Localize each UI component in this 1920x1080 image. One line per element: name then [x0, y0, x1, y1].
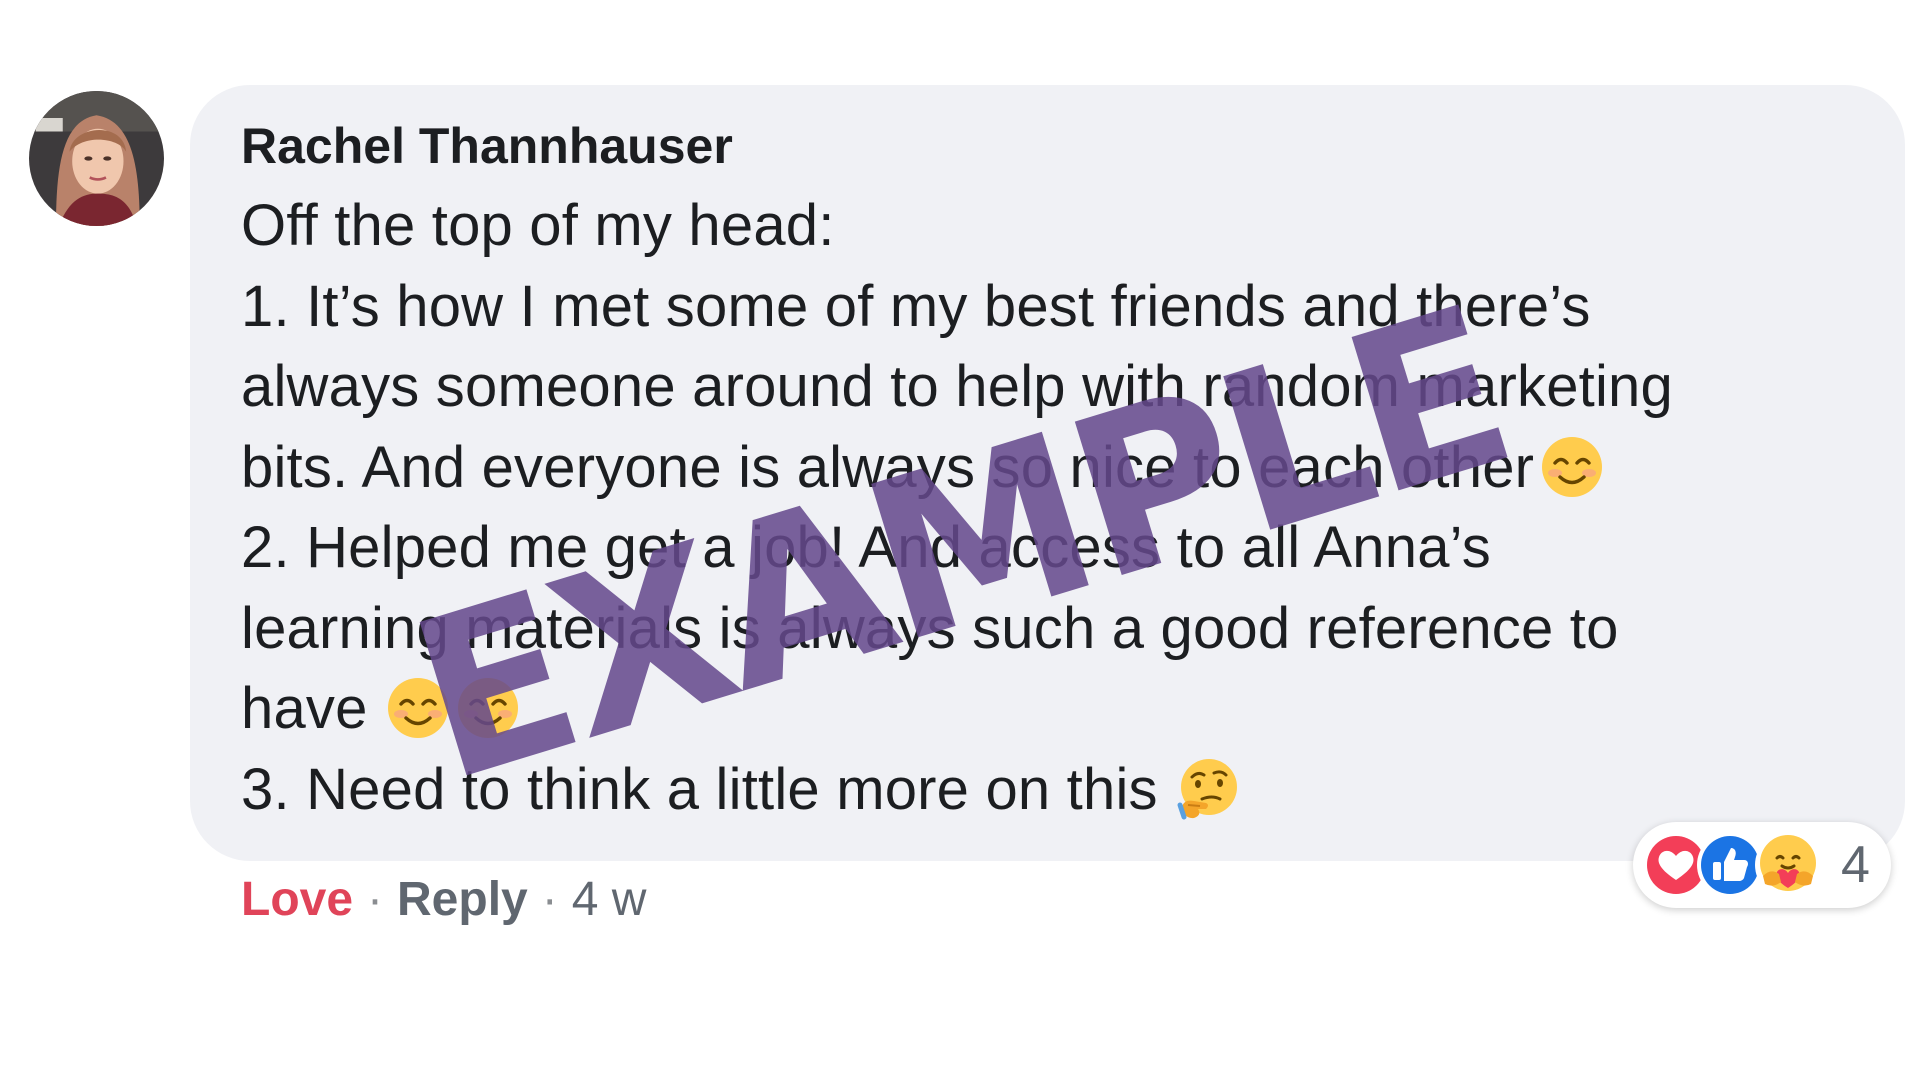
comment-text: 2. Helped me get a job! And access to al…: [241, 515, 1491, 580]
comment-actions: Love · Reply · 4 w: [241, 870, 646, 930]
comment-line: 1. It’s how I met some of my best friend…: [241, 272, 1591, 342]
reactions-summary[interactable]: 4: [1633, 822, 1891, 908]
smiling-face-icon: [456, 676, 520, 740]
smiling-face-icon: [1540, 435, 1604, 499]
comment-text: have: [241, 676, 368, 741]
separator-dot: ·: [367, 873, 384, 926]
avatar[interactable]: [29, 91, 164, 226]
comment-author[interactable]: Rachel Thannhauser: [241, 116, 733, 176]
comment-line: Off the top of my head:: [241, 191, 835, 261]
comment-text: 1. It’s how I met some of my best friend…: [241, 274, 1591, 339]
comment-line: 3. Need to think a little more on this: [241, 755, 1240, 825]
comment-text: bits. And everyone is always so nice to …: [241, 435, 1535, 500]
love-button[interactable]: Love: [241, 873, 353, 926]
care-reaction-icon: [1753, 830, 1823, 900]
comment-line: always someone around to help with rando…: [241, 352, 1673, 422]
smiling-face-icon: [386, 676, 450, 740]
comment-line: bits. And everyone is always so nice to …: [241, 433, 1604, 503]
separator-dot: ·: [541, 873, 558, 926]
reaction-count: 4: [1841, 836, 1870, 894]
comment-timestamp[interactable]: 4 w: [572, 873, 647, 926]
comment-line: learning materials is always such a good…: [241, 594, 1619, 664]
comment-text: always someone around to help with rando…: [241, 354, 1673, 419]
comment-text: Off the top of my head:: [241, 193, 835, 258]
comment-line: have: [241, 674, 520, 744]
reply-button[interactable]: Reply: [397, 873, 528, 926]
comment-line: 2. Helped me get a job! And access to al…: [241, 513, 1491, 583]
comment-text: 3. Need to think a little more on this: [241, 757, 1158, 822]
avatar-image: [29, 91, 164, 226]
thinking-face-icon: [1176, 757, 1240, 821]
comment-text: learning materials is always such a good…: [241, 596, 1619, 661]
